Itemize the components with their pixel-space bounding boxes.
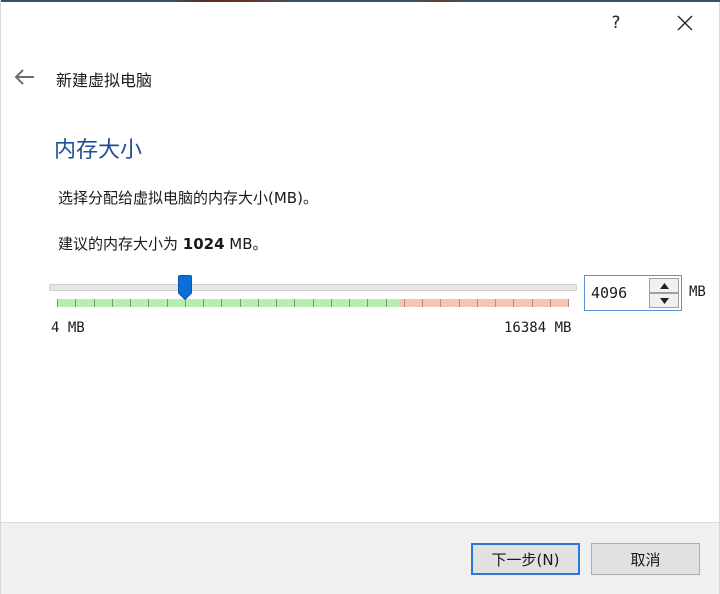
memory-size-input[interactable] [586, 277, 648, 309]
slider-tick [112, 299, 113, 307]
help-button[interactable]: ? [598, 6, 634, 40]
slider-tick [440, 299, 441, 307]
background-strip [1, 0, 720, 2]
slider-tick [331, 299, 332, 307]
slider-tick [240, 299, 241, 307]
slider-tick [203, 299, 204, 307]
slider-tick [294, 299, 295, 307]
back-button[interactable] [9, 64, 39, 90]
close-icon [677, 15, 693, 31]
page-title: 内存大小 [54, 138, 143, 163]
wizard-title: 新建虚拟电脑 [56, 71, 153, 90]
slider-track[interactable] [49, 284, 577, 291]
recommend-prefix: 建议的内存大小为 [58, 235, 183, 253]
triangle-down-icon [659, 297, 669, 304]
slider-tick [57, 299, 58, 307]
slider-warning-zone [400, 299, 569, 307]
memory-slider[interactable] [49, 272, 577, 312]
recommended-memory-value: 1024 [182, 235, 225, 253]
triangle-up-icon [659, 282, 669, 289]
help-label: ? [611, 13, 621, 33]
slider-tick [513, 299, 514, 307]
memory-description: 选择分配给虚拟电脑的内存大小(MB)。 [58, 189, 318, 207]
slider-tick [221, 299, 222, 307]
footer-bar: 下一步(N) 取消 [1, 522, 719, 594]
slider-tick [404, 299, 405, 307]
recommended-memory-text: 建议的内存大小为 1024 MB。 [58, 233, 268, 254]
memory-spinbox[interactable] [584, 275, 682, 311]
slider-tick [477, 299, 478, 307]
slider-tick [367, 299, 368, 307]
slider-tick [167, 299, 168, 307]
arrow-left-icon [14, 69, 34, 85]
slider-tick [422, 299, 423, 307]
slider-tick [532, 299, 533, 307]
slider-max-label: 16384 MB [504, 320, 572, 336]
slider-tick [349, 299, 350, 307]
slider-tick [94, 299, 95, 307]
recommend-suffix: MB。 [224, 235, 268, 253]
slider-tick [386, 299, 387, 307]
slider-tick [550, 299, 551, 307]
slider-tick [130, 299, 131, 307]
spin-up-button[interactable] [649, 278, 679, 293]
slider-tick [568, 299, 569, 307]
slider-tick [313, 299, 314, 307]
slider-min-label: 4 MB [51, 320, 85, 336]
close-button[interactable] [667, 6, 703, 40]
spin-down-button[interactable] [649, 293, 679, 308]
slider-tick [75, 299, 76, 307]
slider-tick [276, 299, 277, 307]
next-button[interactable]: 下一步(N) [471, 543, 580, 575]
memory-unit-label: MB [689, 284, 706, 300]
slider-tick [459, 299, 460, 307]
dialog-window: ? 新建虚拟电脑 内存大小 选择分配给虚拟电脑的内存大小(MB)。 建议的内存大… [0, 0, 720, 594]
cancel-button[interactable]: 取消 [591, 543, 700, 575]
slider-zones [57, 299, 569, 307]
slider-tick [185, 299, 186, 307]
slider-handle[interactable] [178, 275, 192, 300]
slider-tick [258, 299, 259, 307]
slider-tick [495, 299, 496, 307]
slider-tick [148, 299, 149, 307]
